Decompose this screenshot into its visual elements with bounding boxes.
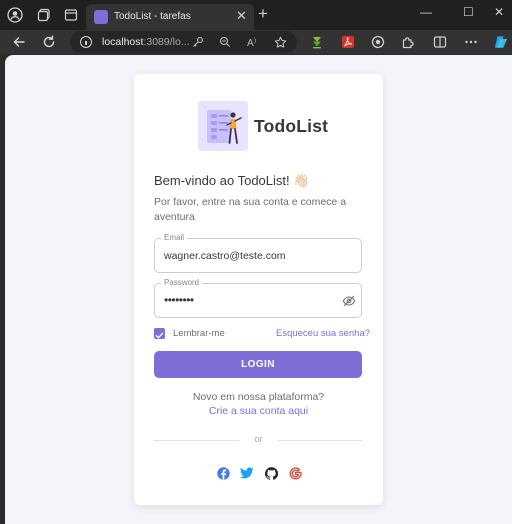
todolist-logo	[198, 101, 248, 151]
password-label: Password	[161, 278, 203, 288]
browser-toolbar: localhost:3089/lo... A)	[0, 30, 512, 54]
welcome-heading: Bem-vindo ao TodoList! 👋🏻	[154, 173, 310, 188]
copilot-icon[interactable]	[494, 35, 508, 49]
divider-or-text: or	[254, 434, 263, 444]
browser-titlebar: TodoList - tarefas ✕ + — ☐ ✕	[0, 0, 512, 30]
svg-text:): )	[254, 38, 256, 44]
divider-right	[277, 440, 362, 441]
page-viewport: TodoList Bem-vindo ao TodoList! 👋🏻 Por f…	[5, 55, 512, 524]
maximize-icon[interactable]: ☐	[463, 5, 474, 19]
facebook-icon[interactable]	[216, 466, 230, 480]
remember-label[interactable]: Lembrar-me	[173, 328, 225, 339]
zoom-icon[interactable]	[218, 35, 232, 49]
twitter-icon[interactable]	[240, 466, 254, 480]
close-window-icon[interactable]: ✕	[494, 5, 504, 19]
address-url: localhost:3089/lo...	[102, 36, 190, 48]
email-field[interactable]: Email wagner.castro@teste.com	[154, 233, 362, 273]
more-options-icon[interactable]	[464, 35, 478, 49]
pdf-extension-icon[interactable]	[341, 35, 355, 49]
new-tab-icon[interactable]: +	[258, 5, 268, 23]
eye-off-icon[interactable]	[342, 294, 356, 308]
workspaces-icon[interactable]	[36, 7, 52, 23]
favorite-star-icon[interactable]	[273, 35, 287, 49]
url-host: localhost	[102, 36, 144, 48]
signup-question: Novo em nossa plataforma?	[192, 391, 325, 403]
site-info-icon[interactable]	[80, 36, 92, 48]
address-bar[interactable]: localhost:3089/lo... A)	[70, 31, 297, 53]
download-extension-icon[interactable]	[310, 35, 324, 49]
tab-title: TodoList - tarefas	[114, 11, 191, 22]
url-path: :3089/lo...	[143, 36, 190, 48]
email-value: wagner.castro@teste.com	[164, 250, 286, 262]
remember-checkbox[interactable]	[154, 328, 165, 339]
tab-favicon-icon	[94, 10, 108, 24]
back-arrow-icon[interactable]	[10, 33, 28, 51]
password-field[interactable]: Password ••••••••	[154, 278, 362, 318]
login-card: TodoList Bem-vindo ao TodoList! 👋🏻 Por f…	[134, 74, 383, 505]
extensions-puzzle-icon[interactable]	[401, 35, 415, 49]
refresh-icon[interactable]	[40, 33, 58, 51]
tab-close-icon[interactable]: ✕	[236, 8, 247, 24]
svg-text:A: A	[247, 38, 254, 48]
forgot-password-link[interactable]: Esqueceu sua senha?	[276, 328, 370, 339]
tab-actions-icon[interactable]	[63, 7, 79, 23]
read-aloud-icon[interactable]: A)	[246, 35, 260, 49]
login-button[interactable]: LOGIN	[154, 351, 362, 378]
brand-title: TodoList	[254, 116, 329, 136]
minimize-icon[interactable]: —	[420, 5, 432, 19]
record-extension-icon[interactable]	[371, 35, 385, 49]
welcome-subtitle: Por favor, entre na sua conta e comece a…	[154, 196, 347, 223]
password-value: ••••••••	[164, 293, 194, 307]
github-icon[interactable]	[264, 466, 278, 480]
split-screen-icon[interactable]	[433, 35, 447, 49]
key-icon[interactable]	[191, 35, 205, 49]
google-icon[interactable]	[288, 466, 302, 480]
browser-tab-active[interactable]: TodoList - tarefas ✕	[86, 4, 254, 30]
signup-link[interactable]: Crie a sua conta aqui	[134, 405, 383, 417]
profile-icon[interactable]	[7, 7, 23, 23]
email-label: Email	[161, 233, 188, 243]
